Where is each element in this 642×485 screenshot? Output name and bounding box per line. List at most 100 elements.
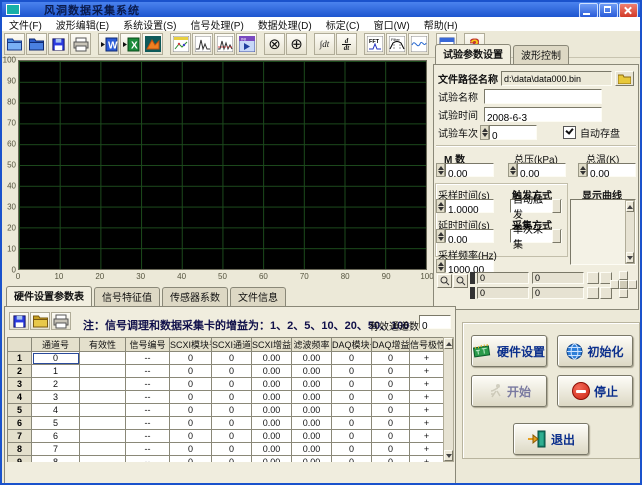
sample-time-input[interactable] <box>446 205 497 217</box>
table-cell[interactable]: -- <box>126 352 170 365</box>
table-cell[interactable]: 0 <box>212 352 252 365</box>
table-cell[interactable] <box>80 352 126 365</box>
table-cell[interactable]: 0.00 <box>292 391 332 404</box>
scroll-up-icon[interactable] <box>444 338 453 349</box>
table-cell[interactable] <box>80 417 126 430</box>
export-word-icon[interactable]: W <box>98 33 119 55</box>
table-cell[interactable]: 0 <box>372 391 410 404</box>
table-cell[interactable]: 0 <box>170 391 212 404</box>
table-cell[interactable]: 0 <box>170 378 212 391</box>
arrow-down-button[interactable] <box>619 289 628 298</box>
table-cell[interactable]: 0 <box>170 443 212 456</box>
table-cell[interactable]: 0.00 <box>252 404 292 417</box>
tab-sensor-coefficients[interactable]: 传感器系数 <box>162 287 228 306</box>
table-cell[interactable]: 0 <box>212 417 252 430</box>
menu-item-0[interactable]: 文件(F) <box>2 17 49 32</box>
table-cell[interactable]: -- <box>126 417 170 430</box>
maximize-button[interactable] <box>599 3 618 18</box>
table-cell[interactable]: 0 <box>212 391 252 404</box>
table-cell[interactable]: 0.00 <box>292 417 332 430</box>
total-temp-input[interactable] <box>588 169 639 181</box>
total-pressure-input[interactable] <box>518 169 569 181</box>
tab-waveform-control[interactable]: 波形控制 <box>513 45 569 64</box>
table-cell[interactable]: 0 <box>170 352 212 365</box>
menu-item-3[interactable]: 信号处理(P) <box>183 17 250 32</box>
table-cell[interactable]: 0.00 <box>292 378 332 391</box>
sample-freq-stepper[interactable] <box>436 259 445 273</box>
table-cell[interactable]: 0.00 <box>252 365 292 378</box>
sample-time-stepper[interactable] <box>436 199 445 213</box>
open-folder-icon[interactable] <box>4 33 25 55</box>
table-cell[interactable]: 0.00 <box>252 443 292 456</box>
fft-icon[interactable]: FFT <box>364 33 385 55</box>
table-cell[interactable]: + <box>410 430 444 443</box>
table-cell[interactable]: 0.00 <box>292 430 332 443</box>
table-cell[interactable]: 0 <box>32 352 80 365</box>
exit-button[interactable]: 退出 <box>513 423 589 455</box>
table-cell[interactable]: -- <box>126 378 170 391</box>
tab-signal-features[interactable]: 信号特征值 <box>94 287 160 306</box>
table-cell[interactable]: 0 <box>170 365 212 378</box>
trigger-select[interactable]: 自动触发 <box>510 199 562 213</box>
table-cell[interactable]: 0 <box>372 430 410 443</box>
table-cell[interactable] <box>80 391 126 404</box>
table-cell[interactable]: 0.00 <box>292 365 332 378</box>
cursor-color-swatch[interactable] <box>470 287 475 299</box>
load-table-icon[interactable] <box>30 312 50 330</box>
menu-item-7[interactable]: 帮助(H) <box>417 17 465 32</box>
acq-mode-select[interactable]: 单次采集 <box>510 229 562 243</box>
table-cell[interactable]: 0 <box>212 365 252 378</box>
valid-channels-input[interactable] <box>420 321 454 333</box>
table-cell[interactable]: 5 <box>32 417 80 430</box>
table-cell[interactable]: 0.00 <box>252 456 292 463</box>
mach-input[interactable] <box>446 169 497 181</box>
table-cell[interactable]: 0 <box>372 378 410 391</box>
delay-time-input[interactable] <box>446 235 497 247</box>
table-cell[interactable]: + <box>410 378 444 391</box>
table-cell[interactable]: 0 <box>170 404 212 417</box>
cursor-y-value[interactable]: 0 <box>532 287 584 299</box>
table-cell[interactable]: -- <box>126 391 170 404</box>
table-cell[interactable]: 0 <box>332 430 372 443</box>
total-temp-stepper[interactable] <box>578 163 587 177</box>
table-cell[interactable] <box>80 378 126 391</box>
cursor-color-swatch[interactable] <box>470 272 475 284</box>
table-cell[interactable]: 0 <box>332 352 372 365</box>
table-cell[interactable]: 0.00 <box>292 443 332 456</box>
total-pressure-stepper[interactable] <box>508 163 517 177</box>
scroll-up-icon[interactable] <box>626 201 634 212</box>
print-icon[interactable] <box>70 33 91 55</box>
arrow-right-button[interactable] <box>628 280 637 289</box>
table-cell[interactable]: -- <box>126 365 170 378</box>
table-cell[interactable]: 8 <box>32 456 80 463</box>
menu-item-2[interactable]: 系统设置(S) <box>116 17 183 32</box>
display-curve-listbox[interactable] <box>570 199 636 265</box>
derivative-icon[interactable]: ddt <box>336 33 357 55</box>
table-cell[interactable]: + <box>410 365 444 378</box>
table-cell[interactable]: 0 <box>372 456 410 463</box>
start-button[interactable]: 开始 <box>471 375 547 407</box>
filter-icon[interactable]: Filter <box>386 33 407 55</box>
table-cell[interactable]: 0.00 <box>292 352 332 365</box>
stop-button[interactable]: 停止 <box>557 375 633 407</box>
table-cell[interactable]: 3 <box>32 391 80 404</box>
print-table-icon[interactable] <box>51 312 71 330</box>
tab-test-params[interactable]: 试验参数设置 <box>435 44 511 64</box>
table-cell[interactable]: 0 <box>212 430 252 443</box>
autosave-checkbox[interactable]: 自动存盘 <box>563 125 620 140</box>
hardware-setup-button[interactable]: 硬件设置 <box>471 335 547 367</box>
add-circle-icon[interactable]: ⊕ <box>286 33 307 55</box>
arrow-up-button[interactable] <box>619 271 628 280</box>
envelope-icon[interactable] <box>408 33 429 55</box>
table-cell[interactable]: 2 <box>32 378 80 391</box>
table-cell[interactable]: 0 <box>332 443 372 456</box>
table-cell[interactable]: 1 <box>32 365 80 378</box>
matlab-icon[interactable] <box>142 33 163 55</box>
table-cell[interactable]: 0 <box>212 456 252 463</box>
app-icon[interactable] <box>6 4 20 15</box>
labview-vi-icon[interactable]: INI <box>236 33 257 55</box>
table-cell[interactable]: + <box>410 404 444 417</box>
table-cell[interactable]: + <box>410 443 444 456</box>
table-cell[interactable]: -- <box>126 404 170 417</box>
tab-hardware-params[interactable]: 硬件设置参数表 <box>6 286 92 306</box>
